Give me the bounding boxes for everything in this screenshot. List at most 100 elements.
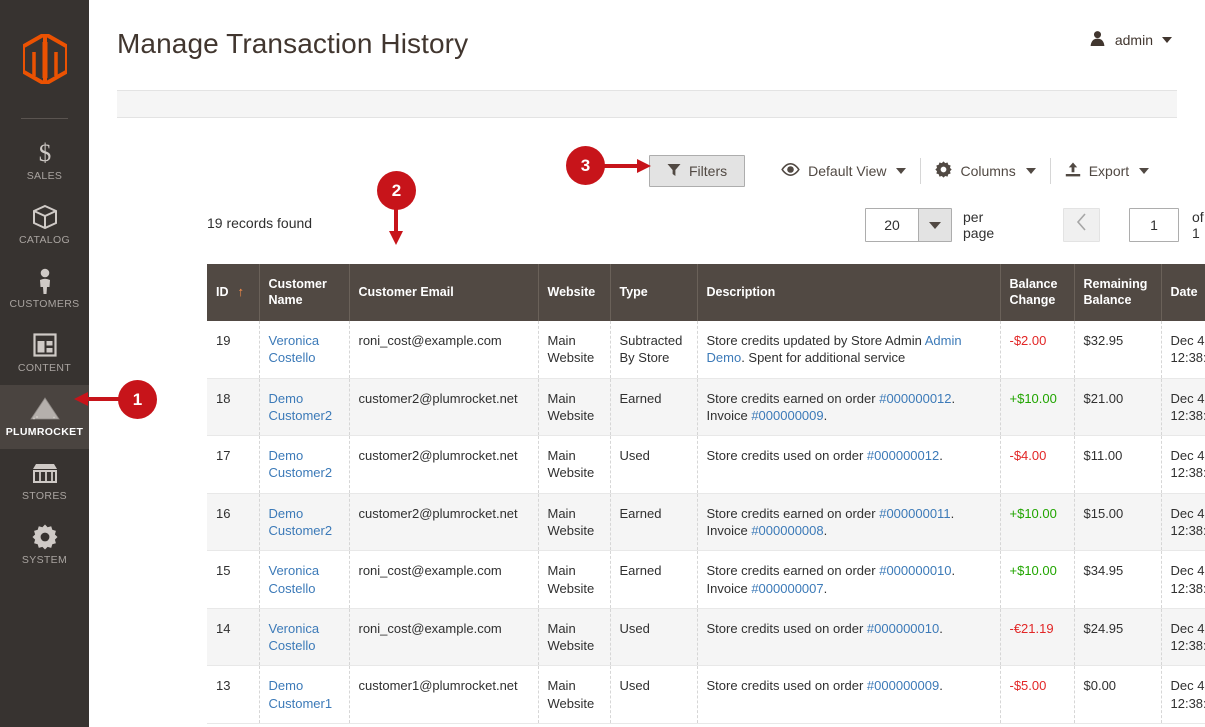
- description-link[interactable]: #000000009: [867, 678, 939, 693]
- layout-icon: [2, 330, 87, 360]
- cell-type: Used: [610, 608, 698, 667]
- customer-name-link[interactable]: Demo Customer2: [269, 391, 333, 423]
- description-text: .: [823, 522, 828, 538]
- grid-column-header[interactable]: Description: [697, 264, 1001, 321]
- description-text: Store credits earned on order: [706, 505, 880, 521]
- cell-customer-email: roni_cost@example.com: [349, 550, 539, 609]
- sidebar-divider: [21, 118, 68, 119]
- cell-website: Main Website: [538, 608, 611, 667]
- sidebar-item-catalog[interactable]: CATALOG: [0, 193, 89, 257]
- customer-name-link[interactable]: Veronica Costello: [269, 563, 320, 595]
- chevron-down-icon: [1025, 168, 1036, 174]
- description-link[interactable]: #000000008: [751, 523, 823, 538]
- table-row[interactable]: 16 Demo Customer2 customer2@plumrocket.net…: [207, 493, 1205, 552]
- customer-name-link[interactable]: Demo Customer2: [269, 448, 333, 480]
- sidebar-item-system[interactable]: SYSTEM: [0, 513, 89, 577]
- grid-column-header[interactable]: Type: [610, 264, 698, 321]
- page-content: Manage Transaction History admin Filters…: [89, 0, 1205, 727]
- table-row[interactable]: 13 Demo Customer1 customer1@plumrocket.net…: [207, 665, 1205, 724]
- user-avatar-icon: [1089, 30, 1106, 50]
- description-link[interactable]: #000000009: [751, 408, 823, 423]
- cell-customer-name: Veronica Costello: [259, 550, 350, 609]
- cell-remaining-balance: $21.00: [1074, 378, 1162, 437]
- annotation-arrow-2: [389, 231, 403, 245]
- sidebar-item-content[interactable]: CONTENT: [0, 321, 89, 385]
- grid-column-header[interactable]: Customer Name: [259, 264, 350, 321]
- export-button[interactable]: Export: [1051, 155, 1163, 187]
- sidebar-item-sales[interactable]: $ SALES: [0, 129, 89, 193]
- sidebar-item-label: SYSTEM: [21, 554, 68, 566]
- description-text: Store credits earned on order: [706, 563, 880, 579]
- sidebar-item-label: STORES: [21, 490, 68, 502]
- current-page-input[interactable]: [1129, 208, 1179, 242]
- description-text: .: [823, 580, 828, 596]
- cell-website: Main Website: [538, 550, 611, 609]
- chevron-down-icon: [1139, 168, 1150, 174]
- cell-website: Main Website: [538, 665, 611, 724]
- filters-button[interactable]: Filters: [649, 155, 746, 187]
- admin-user-menu[interactable]: admin: [1089, 30, 1172, 50]
- storefront-icon: [2, 458, 87, 488]
- cell-website: Main Website: [538, 493, 611, 552]
- per-page-label: per page: [963, 209, 995, 241]
- customer-name-link[interactable]: Veronica Costello: [269, 621, 320, 653]
- cell-type: Subtracted By Store: [610, 321, 698, 379]
- sidebar-item-customers[interactable]: CUSTOMERS: [0, 257, 89, 321]
- columns-button[interactable]: Columns: [921, 155, 1049, 187]
- sidebar-item-label: CONTENT: [17, 362, 72, 374]
- default-view-button[interactable]: Default View: [767, 155, 920, 187]
- description-link[interactable]: #000000007: [751, 581, 823, 596]
- table-row[interactable]: 19 Veronica Costello roni_cost@example.com…: [207, 321, 1205, 379]
- sidebar-item-stores[interactable]: STORES: [0, 449, 89, 513]
- cell-customer-name: Demo Customer2: [259, 378, 350, 437]
- grid-column-header[interactable]: ID ↑: [207, 264, 260, 321]
- cell-date: Dec 4, 2018 12:38:35 PM: [1161, 435, 1205, 494]
- description-link[interactable]: #000000011: [879, 506, 950, 521]
- cell-description: Store credits earned on order #000000011…: [697, 493, 1001, 552]
- grid-column-header[interactable]: Website: [538, 264, 611, 321]
- previous-page-button[interactable]: [1062, 208, 1100, 242]
- cell-customer-email: customer2@plumrocket.net: [349, 493, 539, 552]
- description-link[interactable]: #000000012: [867, 448, 939, 463]
- cell-id: 13: [207, 665, 260, 724]
- grid-column-header[interactable]: Remaining Balance: [1074, 264, 1162, 321]
- chevron-down-icon: [918, 209, 951, 241]
- cell-remaining-balance: $32.95: [1074, 321, 1162, 379]
- customer-name-link[interactable]: Demo Customer1: [269, 678, 333, 710]
- cell-date: Dec 4, 2018 12:38:34 PM: [1161, 550, 1205, 609]
- description-link[interactable]: #000000010: [879, 563, 951, 578]
- chevron-down-icon: [896, 168, 907, 174]
- export-label: Export: [1088, 163, 1130, 179]
- description-link[interactable]: #000000012: [879, 391, 951, 406]
- cell-customer-name: Demo Customer2: [259, 493, 350, 552]
- cell-balance-change-value: -€21.19: [1009, 620, 1054, 636]
- cell-customer-name: Veronica Costello: [259, 608, 350, 667]
- grid-body: 19 Veronica Costello roni_cost@example.com…: [207, 321, 1205, 724]
- customer-name-link[interactable]: Demo Customer2: [269, 506, 333, 538]
- table-row[interactable]: 18 Demo Customer2 customer2@plumrocket.net…: [207, 378, 1205, 437]
- table-row[interactable]: 14 Veronica Costello roni_cost@example.com…: [207, 608, 1205, 667]
- annotation-badge-2: 2: [377, 171, 416, 210]
- grid-column-label: Type: [619, 284, 648, 299]
- description-text: . Spent for additional service: [741, 350, 906, 366]
- grid-column-header[interactable]: Date: [1161, 264, 1205, 321]
- admin-sidebar: $ SALES CATALOG CUSTOMERS CONTENT PLUMRO…: [0, 0, 89, 727]
- cell-customer-email: customer2@plumrocket.net: [349, 378, 539, 437]
- cell-balance-change: -$4.00: [1000, 435, 1075, 494]
- magento-logo-icon[interactable]: [0, 0, 89, 118]
- description-link[interactable]: #000000010: [867, 621, 939, 636]
- description-text: Store credits earned on order: [706, 390, 880, 406]
- grid-column-label: Customer Name: [268, 276, 327, 307]
- cell-remaining-balance: $34.95: [1074, 550, 1162, 609]
- per-page-select[interactable]: 20: [865, 208, 952, 242]
- page-title: Manage Transaction History: [117, 28, 469, 59]
- table-row[interactable]: 17 Demo Customer2 customer2@plumrocket.net…: [207, 435, 1205, 494]
- cell-customer-name: Demo Customer2: [259, 435, 350, 494]
- grid-column-header[interactable]: Balance Change: [1000, 264, 1075, 321]
- table-row[interactable]: 15 Veronica Costello roni_cost@example.com…: [207, 550, 1205, 609]
- customer-name-link[interactable]: Veronica Costello: [269, 333, 320, 365]
- grid-column-label: Description: [706, 284, 776, 299]
- grid-column-header[interactable]: Customer Email: [349, 264, 539, 321]
- gear-icon: [935, 161, 953, 181]
- description-text: Store credits used on order: [706, 448, 867, 464]
